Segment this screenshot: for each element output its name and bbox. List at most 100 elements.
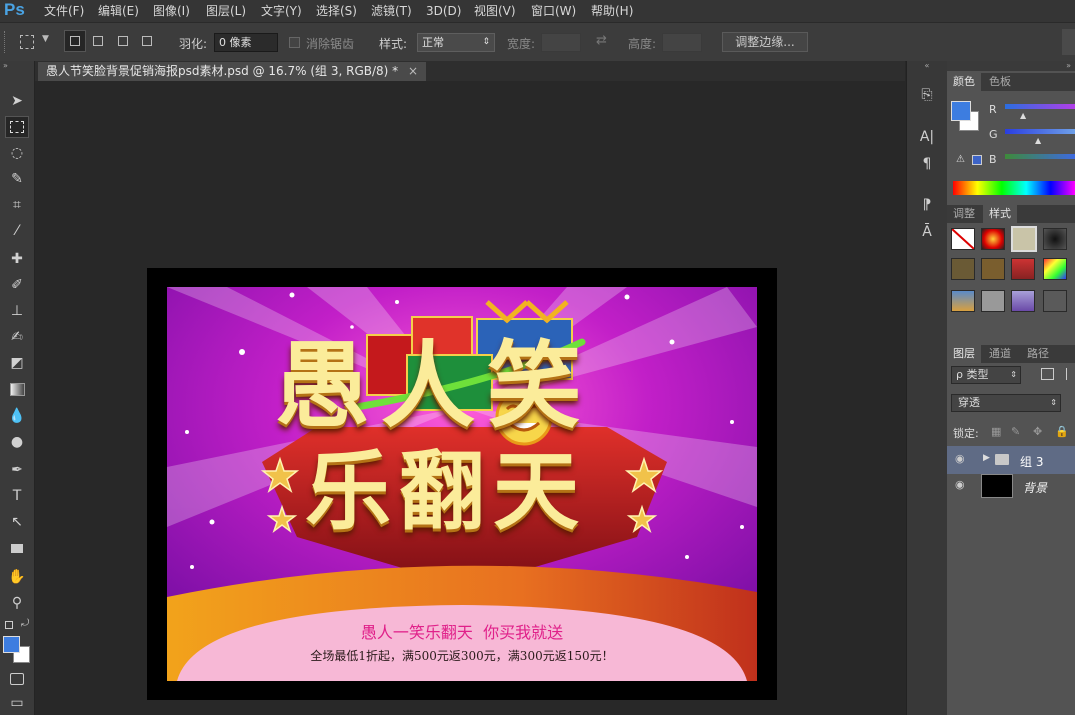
style-select[interactable]: 正常 ⇕ xyxy=(417,33,495,52)
menu-edit[interactable]: 编辑(E) xyxy=(98,0,139,22)
style-swatch[interactable] xyxy=(1011,290,1035,312)
intersect-selection-icon[interactable] xyxy=(142,36,152,46)
channel-r-slider[interactable] xyxy=(1005,104,1075,109)
menu-help[interactable]: 帮助(H) xyxy=(591,0,633,22)
clone-stamp-tool-icon[interactable]: ⊥ xyxy=(5,300,29,322)
tab-swatches[interactable]: 色板 xyxy=(983,73,1017,91)
layer-row-group3[interactable]: ◉ ▶ 组 3 xyxy=(947,446,1075,474)
menu-layer[interactable]: 图层(L) xyxy=(206,0,246,22)
tab-layers[interactable]: 图层 xyxy=(947,345,981,363)
style-swatch[interactable] xyxy=(1011,258,1035,280)
menu-file[interactable]: 文件(F) xyxy=(44,0,84,22)
antialias-checkbox[interactable] xyxy=(289,37,300,48)
eyedropper-tool-icon[interactable]: ⁄ xyxy=(5,220,29,242)
eraser-tool-icon[interactable]: ◩ xyxy=(5,352,29,374)
new-selection-button[interactable] xyxy=(64,30,86,52)
pen-tool-icon[interactable]: ✒ xyxy=(5,459,29,481)
warning-icon[interactable]: ⚠ xyxy=(956,154,965,165)
menu-image[interactable]: 图像(I) xyxy=(153,0,190,22)
blend-mode-select[interactable]: 穿透 ⇕ xyxy=(951,394,1061,412)
character-styles-icon[interactable]: Ā xyxy=(915,221,939,243)
close-icon[interactable]: × xyxy=(408,64,418,78)
tab-color[interactable]: 颜色 xyxy=(947,73,981,91)
style-swatch[interactable] xyxy=(1043,228,1067,250)
collapse-icon[interactable]: « xyxy=(907,61,947,71)
menu-3d[interactable]: 3D(D) xyxy=(426,0,461,22)
dodge-tool-icon[interactable]: ● xyxy=(5,431,29,453)
eye-icon[interactable]: ◉ xyxy=(955,479,969,490)
channel-g-slider[interactable] xyxy=(1005,129,1075,134)
character-icon[interactable]: A| xyxy=(915,126,939,148)
spot-healing-tool-icon[interactable]: ✚ xyxy=(5,248,29,270)
menu-filter[interactable]: 滤镜(T) xyxy=(371,0,412,22)
history-brush-tool-icon[interactable]: ✍ xyxy=(5,326,29,348)
refine-edge-button[interactable]: 调整边缘... xyxy=(722,32,808,52)
expand-triangle-icon[interactable]: ▶ xyxy=(983,453,990,463)
grip-handle[interactable] xyxy=(4,31,8,53)
paragraph-styles-icon[interactable]: ⁋ xyxy=(915,194,939,216)
quick-selection-tool-icon[interactable]: ✎ xyxy=(5,168,29,190)
lasso-tool-icon[interactable]: ◌ xyxy=(5,142,29,164)
screen-mode-icon[interactable]: ▭ xyxy=(5,692,29,714)
style-swatch-selected[interactable] xyxy=(1011,226,1037,252)
rectangle-tool-icon[interactable] xyxy=(5,537,29,559)
style-none[interactable] xyxy=(951,228,975,250)
menu-view[interactable]: 视图(V) xyxy=(474,0,516,22)
foreground-color-swatch[interactable] xyxy=(3,636,20,653)
style-swatch[interactable] xyxy=(1043,290,1067,312)
web-safe-swatch[interactable] xyxy=(972,155,982,165)
adjustment-filter-icon[interactable] xyxy=(1066,368,1075,380)
style-swatch[interactable] xyxy=(981,228,1005,250)
lock-transparent-icon[interactable]: ▦ xyxy=(991,425,1001,438)
quick-mask-icon[interactable] xyxy=(5,668,29,690)
workspace-switcher[interactable] xyxy=(1062,29,1075,55)
move-tool-icon[interactable]: ➤ xyxy=(5,90,29,112)
style-swatch[interactable] xyxy=(981,258,1005,280)
lock-image-icon[interactable]: ✎ xyxy=(1011,425,1020,438)
menu-select[interactable]: 选择(S) xyxy=(316,0,357,22)
gradient-tool-icon[interactable] xyxy=(5,378,29,400)
poster-artwork[interactable]: 愚人笑 乐翻天 愚人一笑乐翻天 你买我就送 全场最低1折起，满500元返300元… xyxy=(167,287,757,681)
style-swatch[interactable] xyxy=(951,258,975,280)
tab-paths[interactable]: 路径 xyxy=(1021,345,1055,363)
crop-tool-icon[interactable]: ⌗ xyxy=(5,194,29,216)
layer-row-background[interactable]: ◉ 背景 xyxy=(947,472,1075,500)
tab-styles[interactable]: 样式 xyxy=(983,205,1017,223)
collapse-icon[interactable]: » xyxy=(947,61,1075,71)
rectangular-marquee-tool-icon[interactable] xyxy=(5,116,29,138)
height-input[interactable] xyxy=(662,33,702,52)
history-icon[interactable]: ⎘ xyxy=(915,84,939,106)
hand-tool-icon[interactable]: ✋ xyxy=(5,566,29,588)
slider-thumb-icon[interactable]: ▲ xyxy=(1020,111,1026,120)
style-swatch[interactable] xyxy=(951,290,975,312)
lock-all-icon[interactable]: 🔒 xyxy=(1055,425,1069,438)
image-filter-icon[interactable] xyxy=(1041,368,1054,380)
color-spectrum-bar[interactable] xyxy=(953,181,1075,195)
eye-icon[interactable]: ◉ xyxy=(955,453,969,464)
lock-position-icon[interactable]: ✥ xyxy=(1033,425,1042,438)
document-tab[interactable]: 愚人节笑脸背景促销海报psd素材.psd @ 16.7% (组 3, RGB/8… xyxy=(38,62,427,81)
layer-filter-kind-select[interactable]: ρ 类型 ⇕ xyxy=(951,366,1021,384)
collapse-icon[interactable]: » xyxy=(0,61,37,70)
default-colors-icon[interactable] xyxy=(5,621,13,629)
style-swatch[interactable] xyxy=(981,290,1005,312)
menu-type[interactable]: 文字(Y) xyxy=(261,0,302,22)
marquee-preset-icon[interactable] xyxy=(20,35,34,49)
channel-b-slider[interactable] xyxy=(1005,154,1075,159)
type-tool-icon[interactable]: T xyxy=(5,485,29,507)
chevron-down-icon[interactable]: ▼ xyxy=(42,34,49,44)
tab-channels[interactable]: 通道 xyxy=(983,345,1017,363)
paragraph-icon[interactable]: ¶ xyxy=(915,153,939,175)
tab-adjustments[interactable]: 调整 xyxy=(947,205,981,223)
brush-tool-icon[interactable]: ✐ xyxy=(5,274,29,296)
swap-icon[interactable]: ⇄ xyxy=(596,33,607,48)
path-selection-tool-icon[interactable]: ↖ xyxy=(5,511,29,533)
style-swatch[interactable] xyxy=(1043,258,1067,280)
menu-window[interactable]: 窗口(W) xyxy=(531,0,576,22)
add-selection-icon[interactable] xyxy=(93,36,103,46)
slider-thumb-icon[interactable]: ▲ xyxy=(1035,136,1041,145)
zoom-tool-icon[interactable]: ⚲ xyxy=(5,592,29,614)
feather-input[interactable]: 0 像素 xyxy=(214,33,278,52)
subtract-selection-icon[interactable] xyxy=(118,36,128,46)
panel-foreground-swatch[interactable] xyxy=(951,101,971,121)
